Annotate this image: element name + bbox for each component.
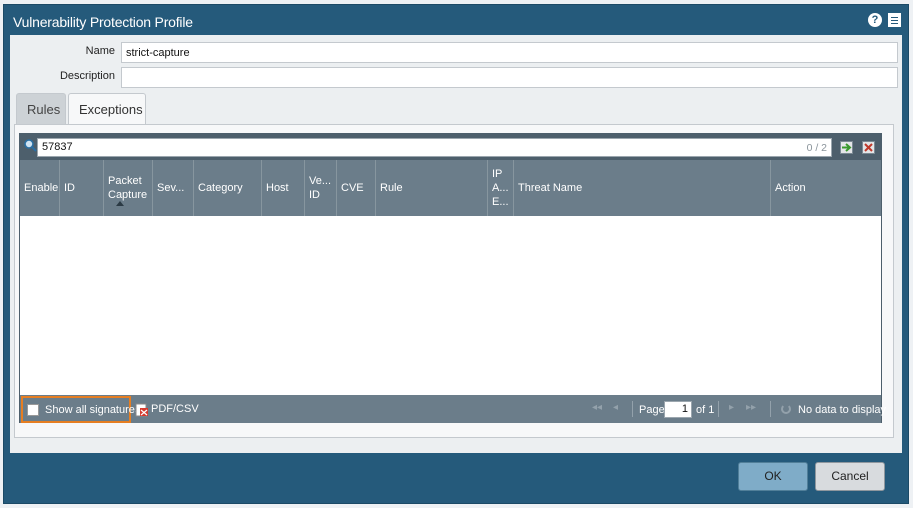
tab-rules[interactable]: Rules: [16, 93, 66, 125]
clear-filter-button[interactable]: [862, 141, 875, 154]
pager-separator: [770, 401, 771, 417]
pdf-csv-link[interactable]: PDF/CSV: [151, 403, 199, 415]
col-host[interactable]: Host: [262, 160, 305, 216]
show-all-label: Show all signatures: [45, 404, 141, 416]
table-header: Enable ID Packet Capture Sev... Category…: [20, 160, 881, 216]
search-count: 0 / 2: [806, 142, 827, 154]
next-page-icon[interactable]: ▸: [729, 402, 734, 413]
dialog-title: Vulnerability Protection Profile: [13, 14, 193, 30]
clear-x-icon: [864, 143, 873, 152]
first-page-icon[interactable]: ◂◂: [592, 402, 602, 413]
col-cve[interactable]: CVE: [337, 160, 376, 216]
show-all-checkbox[interactable]: [27, 404, 39, 416]
apply-filter-button[interactable]: [840, 141, 853, 154]
dialog-body: Name Description Rules Exceptions 57837 …: [10, 35, 902, 453]
description-field[interactable]: [121, 67, 898, 88]
search-bar: 57837 0 / 2: [20, 134, 881, 160]
pager-separator: [632, 401, 633, 417]
page-number-input[interactable]: 1: [664, 401, 692, 418]
col-threat-name[interactable]: Threat Name: [514, 160, 771, 216]
search-icon: [24, 139, 37, 152]
help-icon[interactable]: ?: [868, 13, 882, 27]
col-rule[interactable]: Rule: [376, 160, 488, 216]
ok-button[interactable]: OK: [738, 462, 808, 491]
tab-exceptions[interactable]: Exceptions: [68, 93, 146, 126]
cancel-button[interactable]: Cancel: [815, 462, 885, 491]
arrow-right-icon: [842, 143, 852, 152]
name-field[interactable]: [121, 42, 898, 63]
col-enable[interactable]: Enable: [20, 160, 60, 216]
col-action[interactable]: Action: [771, 160, 881, 216]
col-category[interactable]: Category: [194, 160, 262, 216]
pdf-csv-icon[interactable]: [135, 403, 149, 417]
grid-footer: Show all signatures PDF/CSV ◂◂ ◂ Page 1 …: [20, 395, 886, 423]
vulnerability-profile-dialog: Vulnerability Protection Profile ? Name …: [3, 4, 909, 504]
name-label: Name: [85, 45, 115, 57]
pager-separator: [718, 401, 719, 417]
no-data-status: No data to display: [798, 404, 887, 416]
page-count: of 1: [696, 404, 715, 416]
sort-ascending-icon: [116, 201, 124, 206]
description-label: Description: [59, 70, 115, 82]
col-ip-address-exemptions[interactable]: IP A... E...: [488, 160, 514, 216]
col-vendor-id[interactable]: Ve... ID: [305, 160, 337, 216]
search-input[interactable]: 57837 0 / 2: [37, 138, 832, 157]
document-icon[interactable]: [888, 13, 901, 27]
table-body: [20, 216, 881, 395]
show-all-signatures-toggle[interactable]: Show all signatures: [21, 396, 140, 423]
last-page-icon[interactable]: ▸▸: [746, 402, 756, 413]
exceptions-grid: 57837 0 / 2 Enable ID Packet Capture Sev…: [19, 133, 886, 423]
col-packet-capture-label: Packet Capture: [108, 175, 148, 201]
refresh-icon[interactable]: [781, 404, 791, 414]
col-packet-capture[interactable]: Packet Capture: [104, 160, 153, 216]
col-id[interactable]: ID: [60, 160, 104, 216]
col-severity[interactable]: Sev...: [153, 160, 194, 216]
search-value: 57837: [42, 141, 73, 153]
page-label: Page: [639, 404, 665, 416]
prev-page-icon[interactable]: ◂: [613, 402, 618, 413]
